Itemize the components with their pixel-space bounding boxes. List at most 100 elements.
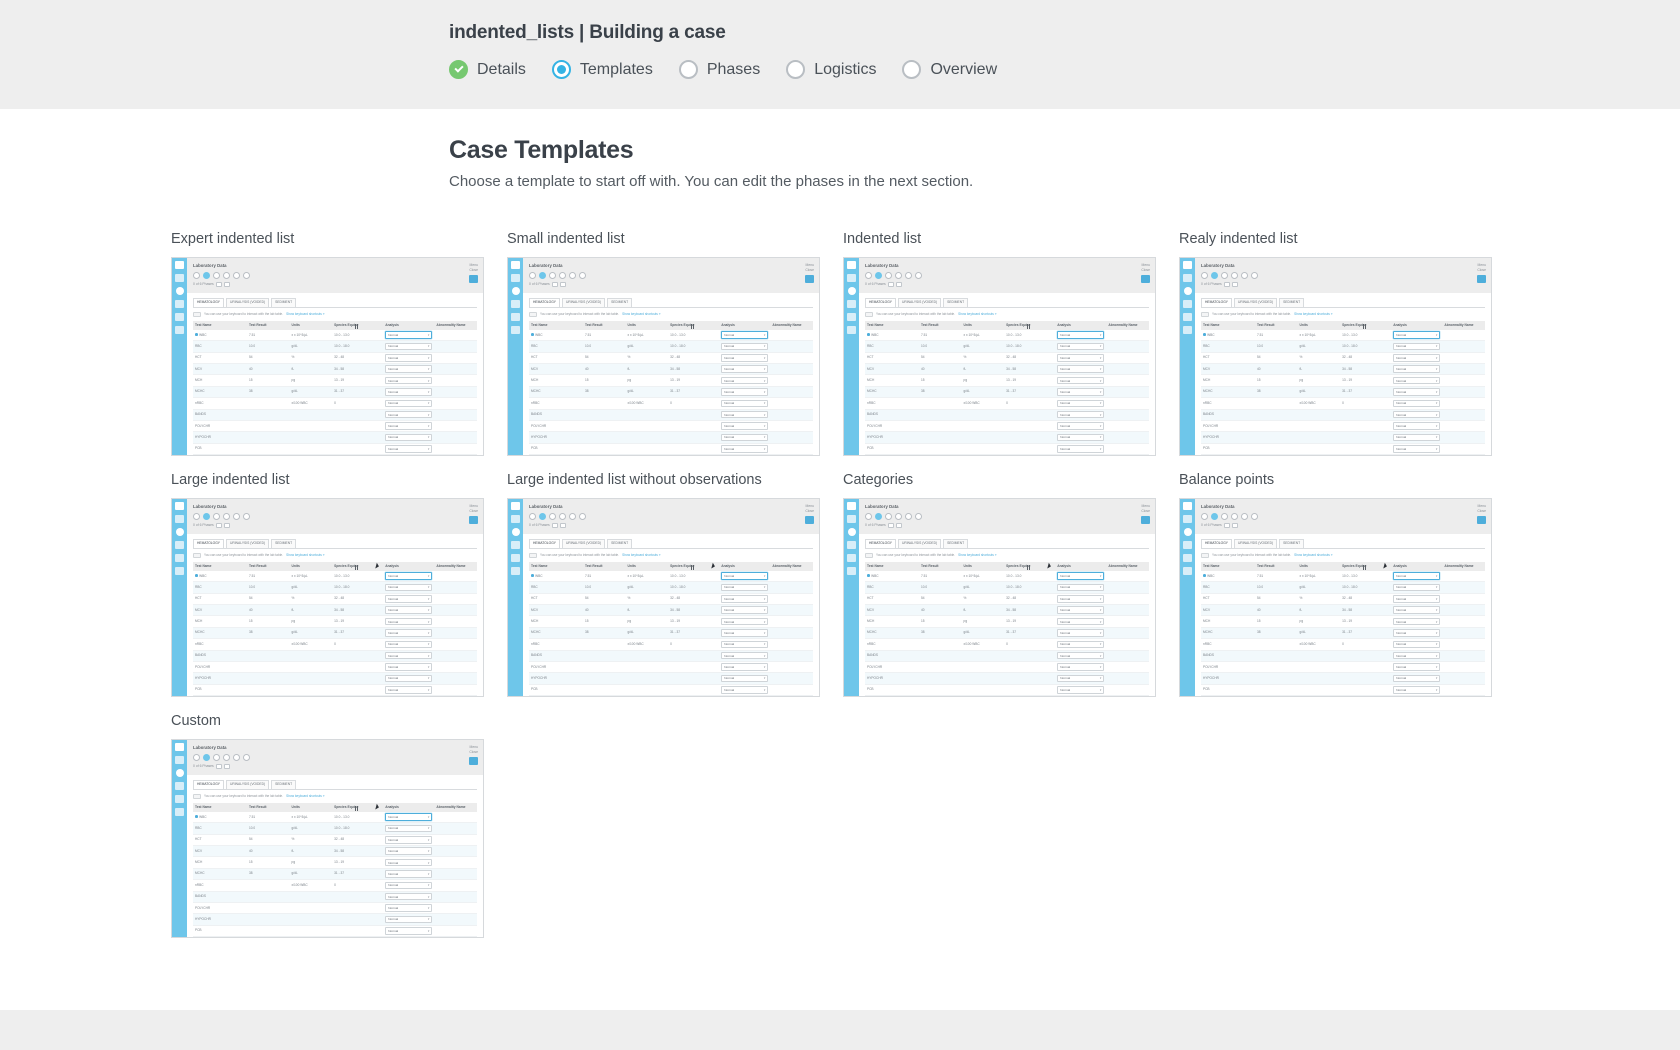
table-row[interactable]: BANDS Normal ▾ <box>865 409 1149 421</box>
analysis-select[interactable]: Normal ▾ <box>721 433 769 442</box>
phase-chip[interactable] <box>915 272 922 279</box>
preview-primary-button[interactable] <box>805 516 814 524</box>
analysis-select[interactable]: Normal ▾ <box>1393 365 1441 373</box>
analysis-select[interactable]: Normal ▾ <box>385 847 433 855</box>
analysis-select[interactable]: Normal ▾ <box>1393 572 1441 580</box>
analysis-select[interactable]: Normal ▾ <box>385 354 433 362</box>
template-preview[interactable]: Laboratory Data 0 of 6 Phases Menu Close HEM… <box>1179 257 1492 456</box>
phase-nav-button[interactable] <box>215 282 222 287</box>
table-row[interactable]: POLYCHR Normal ▾ <box>1201 420 1485 433</box>
preview-tab[interactable]: SEDIMENT <box>607 297 633 307</box>
table-row[interactable]: RBC 10.0 g/dL 10.0 - 18.0 Normal ▾ <box>193 822 477 835</box>
analysis-select[interactable]: Normal ▾ <box>385 663 433 671</box>
phase-chip[interactable] <box>539 513 546 520</box>
template-preview[interactable]: Laboratory Data 0 of 6 Phases Menu Close HEM… <box>507 498 820 697</box>
phase-nav-button[interactable] <box>215 764 222 769</box>
preview-tab[interactable]: HEMATOLOGY <box>865 297 896 307</box>
analysis-select[interactable]: Normal ▾ <box>721 640 769 649</box>
preview-tab[interactable]: URINALYSIS (VOIDED) <box>1233 538 1278 548</box>
analysis-select[interactable]: Normal ▾ <box>1057 629 1105 637</box>
table-row[interactable]: MCV 40 fL 34 - 58 Normal ▾ <box>865 363 1149 376</box>
phase-chip[interactable] <box>243 272 250 279</box>
table-row[interactable]: POLYCHR Normal ▾ <box>865 420 1149 433</box>
phase-chip[interactable] <box>1251 272 1258 279</box>
table-row[interactable]: RBC 10.0 g/dL 10.0 - 18.0 Normal ▾ <box>193 581 477 594</box>
table-row[interactable]: HCT 54% 32 - 48 Normal ▾ <box>1201 352 1485 365</box>
table-row[interactable]: RBC 10.0 g/dL 10.0 - 18.0 Normal ▾ <box>529 340 813 353</box>
phase-nav-button[interactable] <box>887 523 894 528</box>
analysis-select[interactable]: Normal ▾ <box>385 824 433 833</box>
preview-tab[interactable]: HEMATOLOGY <box>193 538 224 548</box>
phase-chip[interactable] <box>569 513 576 520</box>
preview-tab[interactable]: HEMATOLOGY <box>193 779 224 789</box>
analysis-select[interactable]: Normal ▾ <box>1393 617 1441 626</box>
table-row[interactable]: WBC 7.51 x x 10^3/µL 10.0 - 13.0 Normal ▾ <box>193 329 477 342</box>
template-preview[interactable]: Laboratory Data 0 of 6 Phases Menu Close HEM… <box>1179 498 1492 697</box>
table-row[interactable]: MCH 15 pg 13 - 19 Normal ▾ <box>193 615 477 628</box>
analysis-select[interactable]: Normal ▾ <box>1393 640 1441 649</box>
table-row[interactable]: nRBC x/100 WBC 0 Normal ▾ <box>193 397 477 410</box>
template-preview[interactable]: Laboratory Data 0 of 6 Phases Menu Close HEM… <box>843 257 1156 456</box>
table-row[interactable]: MCHC 38 g/dL 31 - 37 Normal ▾ <box>865 627 1149 640</box>
table-row[interactable]: nRBC x/100 WBC 0 Normal ▾ <box>1201 638 1485 651</box>
preview-note-link[interactable]: Show keyboard shortcuts » <box>622 312 660 317</box>
table-row[interactable]: MCHC 38 g/dL 31 - 37 Normal ▾ <box>193 868 477 881</box>
analysis-select[interactable]: Normal ▾ <box>721 342 769 351</box>
table-row[interactable]: HCT 54% 32 - 48 Normal ▾ <box>193 834 477 847</box>
table-row[interactable]: MCHC 38 g/dL 31 - 37 Normal ▾ <box>193 386 477 399</box>
preview-close-label[interactable]: Close <box>791 509 814 514</box>
analysis-select[interactable]: Normal ▾ <box>1393 686 1441 694</box>
analysis-select[interactable]: Normal ▾ <box>721 663 769 671</box>
analysis-select[interactable]: Normal ▾ <box>385 927 433 935</box>
analysis-select[interactable]: Normal ▾ <box>1057 388 1105 396</box>
phase-nav-button[interactable] <box>551 282 558 287</box>
phase-chip[interactable] <box>243 754 250 761</box>
analysis-select[interactable]: Normal ▾ <box>385 686 433 694</box>
table-row[interactable]: nRBC x/100 WBC 0 Normal ▾ <box>193 879 477 892</box>
analysis-select[interactable]: Normal ▾ <box>1393 342 1441 351</box>
phase-chip[interactable] <box>213 272 220 279</box>
phase-nav-button[interactable] <box>223 523 230 528</box>
table-row[interactable]: WBC 7.51 x x 10^3/µL 10.0 - 13.0 Normal ▾ <box>193 811 477 824</box>
analysis-select[interactable]: Normal ▾ <box>721 354 769 362</box>
phase-chip[interactable] <box>895 272 902 279</box>
table-row[interactable]: nRBC x/100 WBC 0 Normal ▾ <box>529 397 813 410</box>
table-row[interactable]: HYPOCHR Normal ▾ <box>529 431 813 444</box>
analysis-select[interactable]: Normal ▾ <box>1057 583 1105 592</box>
table-row[interactable]: HYPOCHR Normal ▾ <box>193 431 477 444</box>
phase-chip[interactable] <box>223 754 230 761</box>
template-card[interactable]: Large indented list Laboratory Data 0 of 6… <box>171 472 484 697</box>
analysis-select[interactable]: Normal ▾ <box>721 422 769 430</box>
analysis-select[interactable]: Normal ▾ <box>385 595 433 603</box>
phase-nav-button[interactable] <box>215 523 222 528</box>
template-card[interactable]: Categories Laboratory Data 0 of 6 Phases Me… <box>843 472 1156 697</box>
table-row[interactable]: PCB Normal ▾ <box>1201 684 1485 696</box>
preview-tab[interactable]: SEDIMENT <box>271 297 297 307</box>
preview-tab[interactable]: SEDIMENT <box>1279 297 1305 307</box>
analysis-select[interactable]: Normal ▾ <box>1057 663 1105 671</box>
preview-primary-button[interactable] <box>469 275 478 283</box>
analysis-select[interactable]: Normal ▾ <box>1393 629 1441 637</box>
template-card[interactable]: Expert indented list Laboratory Data 0 of … <box>171 231 484 456</box>
phase-chip[interactable] <box>905 513 912 520</box>
analysis-select[interactable]: Normal ▾ <box>721 674 769 683</box>
table-row[interactable]: nRBC x/100 WBC 0 Normal ▾ <box>865 397 1149 410</box>
table-row[interactable]: HCT 54% 32 - 48 Normal ▾ <box>865 593 1149 606</box>
wizard-step-phases[interactable]: Phases <box>678 60 760 79</box>
analysis-select[interactable]: Normal ▾ <box>721 629 769 637</box>
preview-close-label[interactable]: Close <box>455 509 478 514</box>
analysis-select[interactable]: Normal ▾ <box>721 617 769 626</box>
analysis-select[interactable]: Normal ▾ <box>385 617 433 626</box>
analysis-select[interactable]: Normal ▾ <box>1057 606 1105 614</box>
phase-nav-button[interactable] <box>551 523 558 528</box>
preview-primary-button[interactable] <box>1477 516 1486 524</box>
table-row[interactable]: WBC 7.51 x x 10^3/µL 10.0 - 13.0 Normal ▾ <box>529 329 813 342</box>
analysis-select[interactable]: Normal ▾ <box>385 858 433 867</box>
table-row[interactable]: MCHC 38 g/dL 31 - 37 Normal ▾ <box>865 386 1149 399</box>
wizard-step-details[interactable]: Details <box>449 60 526 79</box>
table-row[interactable]: MCH 15 pg 13 - 19 Normal ▾ <box>865 615 1149 628</box>
preview-note-link[interactable]: Show keyboard shortcuts » <box>622 553 660 558</box>
table-row[interactable]: MCH 15 pg 13 - 19 Normal ▾ <box>529 615 813 628</box>
analysis-select[interactable]: Normal ▾ <box>385 674 433 683</box>
analysis-select[interactable]: Normal ▾ <box>385 583 433 592</box>
